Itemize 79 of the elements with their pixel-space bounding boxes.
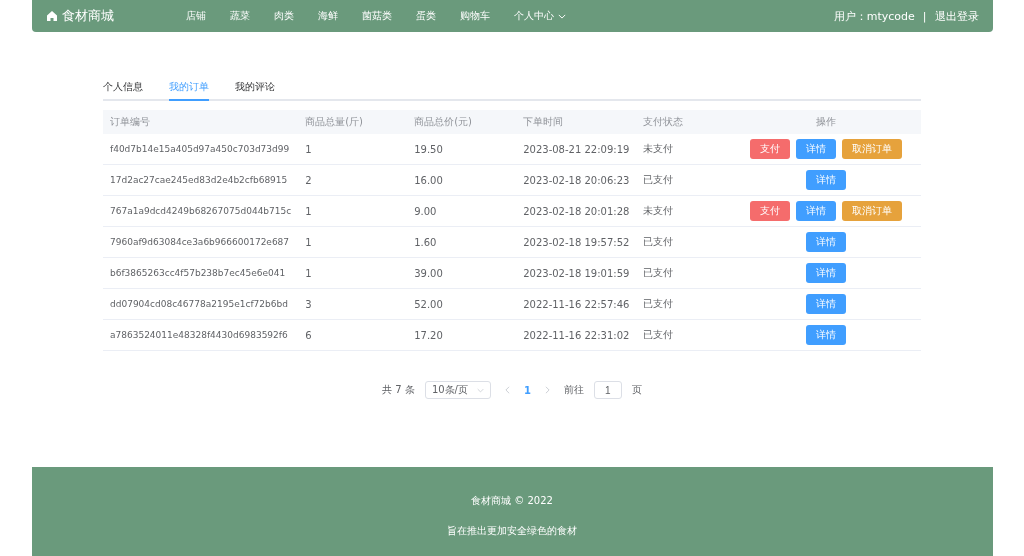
page-size-select[interactable]: 10条/页 — [424, 381, 491, 399]
home-icon — [45, 10, 58, 22]
tab[interactable]: 我的评论 — [235, 80, 275, 101]
table-cell: 2022-11-16 22:31:02 — [516, 319, 637, 351]
table-cell: 已支付 — [636, 319, 731, 351]
page-number[interactable]: 1 — [523, 384, 531, 396]
total-count: 共 7 条 — [382, 383, 415, 397]
table-cell: 17.20 — [407, 319, 517, 351]
column-header: 操作 — [730, 110, 921, 134]
table-cell: 已支付 — [636, 164, 731, 196]
page-suffix: 页 — [631, 383, 642, 397]
detail-button[interactable]: 详情 — [805, 325, 846, 345]
nav-link[interactable]: 个人中心 — [513, 9, 566, 23]
column-header: 下单时间 — [516, 110, 637, 134]
table-cell: 52.00 — [407, 288, 517, 320]
pay-button[interactable]: 支付 — [749, 139, 790, 159]
nav-link[interactable]: 蔬菜 — [229, 9, 250, 23]
table-cell: 已支付 — [636, 257, 731, 289]
prev-page-icon[interactable] — [504, 386, 510, 394]
detail-button[interactable]: 详情 — [805, 263, 846, 283]
nav-link[interactable]: 店铺 — [185, 9, 206, 23]
table-cell: 6 — [298, 319, 408, 351]
table-cell: 1 — [298, 195, 408, 227]
table-cell: 7960af9d63084ce3a6b966600172e687 — [103, 226, 299, 258]
slogan-text: 旨在推出更加安全绿色的食材 — [447, 523, 577, 538]
nav-link[interactable]: 蛋类 — [415, 9, 436, 23]
table-cell: 1 — [298, 257, 408, 289]
column-header: 商品总量(斤) — [298, 110, 408, 134]
table-cell: 未支付 — [636, 134, 731, 165]
table-cell: 2023-08-21 22:09:19 — [516, 134, 637, 165]
table-cell: 1 — [298, 134, 408, 165]
table-cell: 未支付 — [636, 195, 731, 227]
user-name: 用户：mtycode — [833, 8, 915, 24]
logout-link[interactable]: 退出登录 — [934, 8, 979, 24]
next-page-icon[interactable] — [544, 386, 550, 394]
table-cell: 2023-02-18 20:01:28 — [516, 195, 637, 227]
table-cell: 2023-02-18 20:06:23 — [516, 164, 637, 196]
pay-button[interactable]: 支付 — [749, 201, 790, 221]
cancel-order-button[interactable]: 取消订单 — [841, 201, 902, 221]
table-cell: 1.60 — [407, 226, 517, 258]
table-cell: 39.00 — [407, 257, 517, 289]
goto-label: 前往 — [563, 383, 584, 397]
table-cell: b6f3865263cc4f57b238b7ec45e6e041 — [103, 257, 299, 289]
table-cell: 2022-11-16 22:57:46 — [516, 288, 637, 320]
page-input[interactable]: 1 — [593, 381, 622, 399]
column-header: 订单编号 — [103, 110, 299, 134]
table-cell: 2 — [298, 164, 408, 196]
table-cell: 767a1a9dcd4249b68267075d044b715c — [103, 195, 299, 227]
table-cell: 19.50 — [407, 134, 517, 165]
cancel-order-button[interactable]: 取消订单 — [841, 139, 902, 159]
detail-button[interactable]: 详情 — [795, 201, 836, 221]
table-cell: 1 — [298, 226, 408, 258]
nav-link[interactable]: 肉类 — [273, 9, 294, 23]
table-cell: f40d7b14e15a405d97a450c703d73d99 — [103, 134, 299, 165]
table-cell: a7863524011e48328f4430d6983592f6 — [103, 319, 299, 351]
detail-button[interactable]: 详情 — [805, 170, 846, 190]
table-cell: 9.00 — [407, 195, 517, 227]
table-cell: 2023-02-18 19:57:52 — [516, 226, 637, 258]
copyright-text: 食材商城 © 2022 — [471, 493, 553, 508]
detail-button[interactable]: 详情 — [805, 294, 846, 314]
table-cell: 17d2ac27cae245ed83d2e4b2cfb68915 — [103, 164, 299, 196]
separator: | — [922, 9, 927, 23]
column-header: 支付状态 — [636, 110, 731, 134]
tab[interactable]: 个人信息 — [103, 80, 143, 101]
table-cell: 3 — [298, 288, 408, 320]
table-cell: dd07904cd08c46778a2195e1cf72b6bd — [103, 288, 299, 320]
column-header: 商品总价(元) — [407, 110, 517, 134]
tab[interactable]: 我的订单 — [169, 80, 209, 101]
nav-link[interactable]: 菌菇类 — [361, 9, 392, 23]
chevron-icon — [476, 387, 484, 393]
table-cell: 16.00 — [407, 164, 517, 196]
table-cell: 已支付 — [636, 226, 731, 258]
detail-button[interactable]: 详情 — [795, 139, 836, 159]
site-logo[interactable]: 食材商城 — [61, 7, 114, 25]
nav-link[interactable]: 购物车 — [459, 9, 490, 23]
detail-button[interactable]: 详情 — [805, 232, 846, 252]
table-cell: 2023-02-18 19:01:59 — [516, 257, 637, 289]
nav-link[interactable]: 海鲜 — [317, 9, 338, 23]
table-cell: 已支付 — [636, 288, 731, 320]
